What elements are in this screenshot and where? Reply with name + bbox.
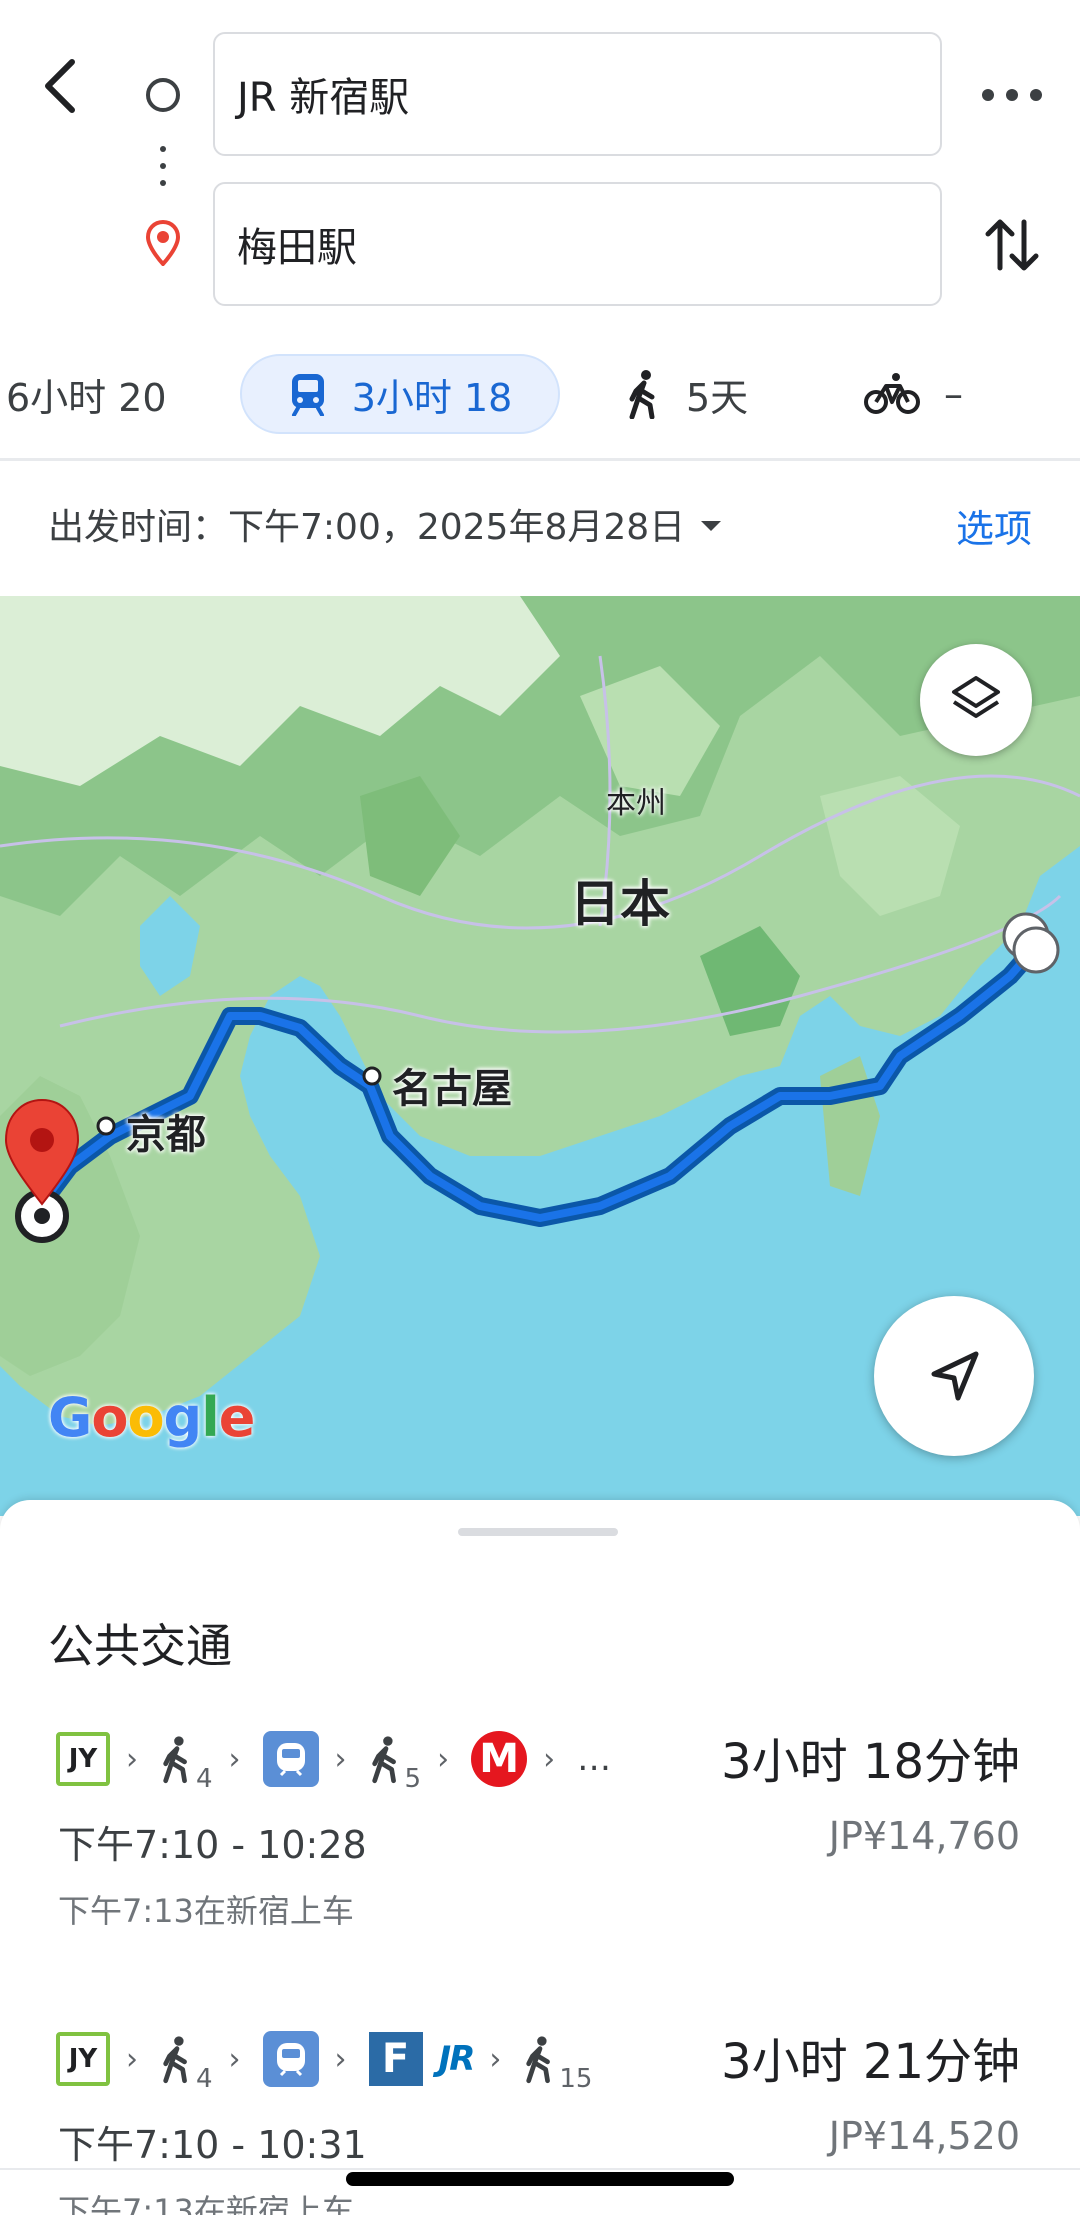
destination-text: 梅田駅 [237, 225, 357, 271]
swap-button[interactable] [982, 212, 1042, 278]
chevron-right-icon: › [437, 1741, 450, 1777]
walking-icon [163, 1736, 187, 1784]
more-dots-icon [982, 89, 994, 101]
route-price: JP¥14,520 [828, 2114, 1020, 2158]
transit-duration: 3小时 18 [351, 375, 513, 420]
chevron-right-icon: › [543, 1741, 556, 1777]
walking-duration: 5天 [686, 375, 749, 420]
dropdown-caret-icon [701, 521, 722, 531]
travel-mode-tabs: 6小时 20 3小时 18 5天 – [0, 350, 1080, 438]
cycling-icon [864, 373, 920, 414]
map-label-kyoto: 京都 [126, 1112, 206, 1158]
walking-icon [371, 1736, 396, 1784]
tab-driving[interactable]: 6小时 20 [6, 354, 167, 434]
tab-walking[interactable]: 5天 [626, 354, 748, 434]
origin-circle-icon [146, 78, 180, 112]
shinkansen-icon [262, 1731, 319, 1787]
jy-line-badge: JY [56, 1732, 110, 1786]
map-layers-button[interactable] [920, 644, 1032, 756]
train-icon [291, 374, 324, 416]
map-label-nagoya: 名古屋 [392, 1066, 512, 1112]
destination-input[interactable]: 梅田駅 [213, 182, 942, 306]
map-label-japan: 日本 [570, 875, 670, 933]
swap-icon [985, 219, 1039, 271]
google-logo: Google [48, 1386, 255, 1449]
map-view[interactable]: 本州 日本 名古屋 京都 Google [0, 596, 1080, 1516]
jr-logo: JR [438, 2039, 476, 2079]
jy-line-badge: JY [56, 2032, 110, 2086]
walking-icon [629, 370, 655, 419]
walk-step: 4 [160, 1734, 213, 1794]
route-boarding-info: 下午7:13在新宿上车 [58, 1892, 354, 1930]
metro-line-badge: M [471, 1731, 528, 1787]
route-price: JP¥14,760 [828, 1814, 1020, 1858]
home-indicator[interactable] [346, 2172, 734, 2186]
options-link[interactable]: 选项 [956, 498, 1032, 553]
divider [0, 458, 1080, 461]
f-line-badge: F [368, 2032, 423, 2086]
chevron-right-icon: › [334, 1741, 347, 1777]
cycling-duration: – [944, 372, 963, 416]
route-steps: JY › 4 › › F JR › 15 [56, 2014, 608, 2104]
route-connector-dots [160, 146, 166, 197]
route-duration: 3小时 18分钟 [721, 1734, 1020, 1790]
walk-step: 15 [523, 2034, 592, 2094]
chevron-right-icon: › [228, 1741, 241, 1777]
back-button[interactable] [34, 56, 94, 116]
route-boarding-info: 下午7:13在新宿上车 [58, 2192, 354, 2215]
sheet-drag-handle[interactable] [458, 1528, 618, 1536]
walking-icon [163, 2036, 187, 2084]
my-location-button[interactable] [874, 1296, 1034, 1456]
walk-step: 5 [369, 1734, 421, 1794]
origin-text: JR 新宿駅 [237, 75, 410, 121]
more-options-button[interactable] [982, 70, 1042, 120]
depart-time-label: 出发时间：下午7:00，2025年8月28日 [48, 507, 686, 548]
driving-duration: 6小时 20 [6, 375, 167, 420]
chevron-right-icon: › [228, 2041, 241, 2077]
walk-step: 4 [160, 2034, 213, 2094]
sheet-title: 公共交通 [48, 1619, 232, 1673]
chevron-right-icon: › [489, 2041, 502, 2077]
back-arrow-icon [45, 59, 75, 113]
walk-minutes: 5 [404, 1764, 422, 1794]
depart-time-selector[interactable]: 出发时间：下午7:00，2025年8月28日 [48, 498, 722, 550]
origin-input[interactable]: JR 新宿駅 [213, 32, 942, 156]
walk-minutes: 4 [196, 2064, 213, 2094]
route-duration: 3小时 21分钟 [721, 2034, 1020, 2090]
layers-icon [952, 676, 1000, 718]
route-times: 下午7:10 - 10:31 [58, 2123, 367, 2167]
tab-transit[interactable]: 3小时 18 [240, 354, 560, 434]
walking-icon [526, 2036, 551, 2084]
more-steps-ellipsis: … [577, 1739, 612, 1779]
shinkansen-icon [262, 2031, 319, 2087]
results-bottom-sheet[interactable]: 公共交通 JY › 4 › › 5 › M › … 3小时 18分钟 下午7:1… [0, 1500, 1080, 2215]
walk-minutes: 15 [559, 2064, 593, 2094]
destination-pin-icon [145, 219, 181, 267]
map-label-honshu: 本州 [606, 786, 666, 821]
navigation-arrow-icon [931, 1351, 979, 1401]
tab-cycling[interactable]: – [864, 354, 963, 434]
chevron-right-icon: › [334, 2041, 347, 2077]
walk-minutes: 4 [196, 1764, 213, 1794]
route-times: 下午7:10 - 10:28 [58, 1823, 367, 1867]
chevron-right-icon: › [126, 2041, 138, 2077]
route-steps: JY › 4 › › 5 › M › … [56, 1714, 627, 1804]
chevron-right-icon: › [126, 1741, 138, 1777]
